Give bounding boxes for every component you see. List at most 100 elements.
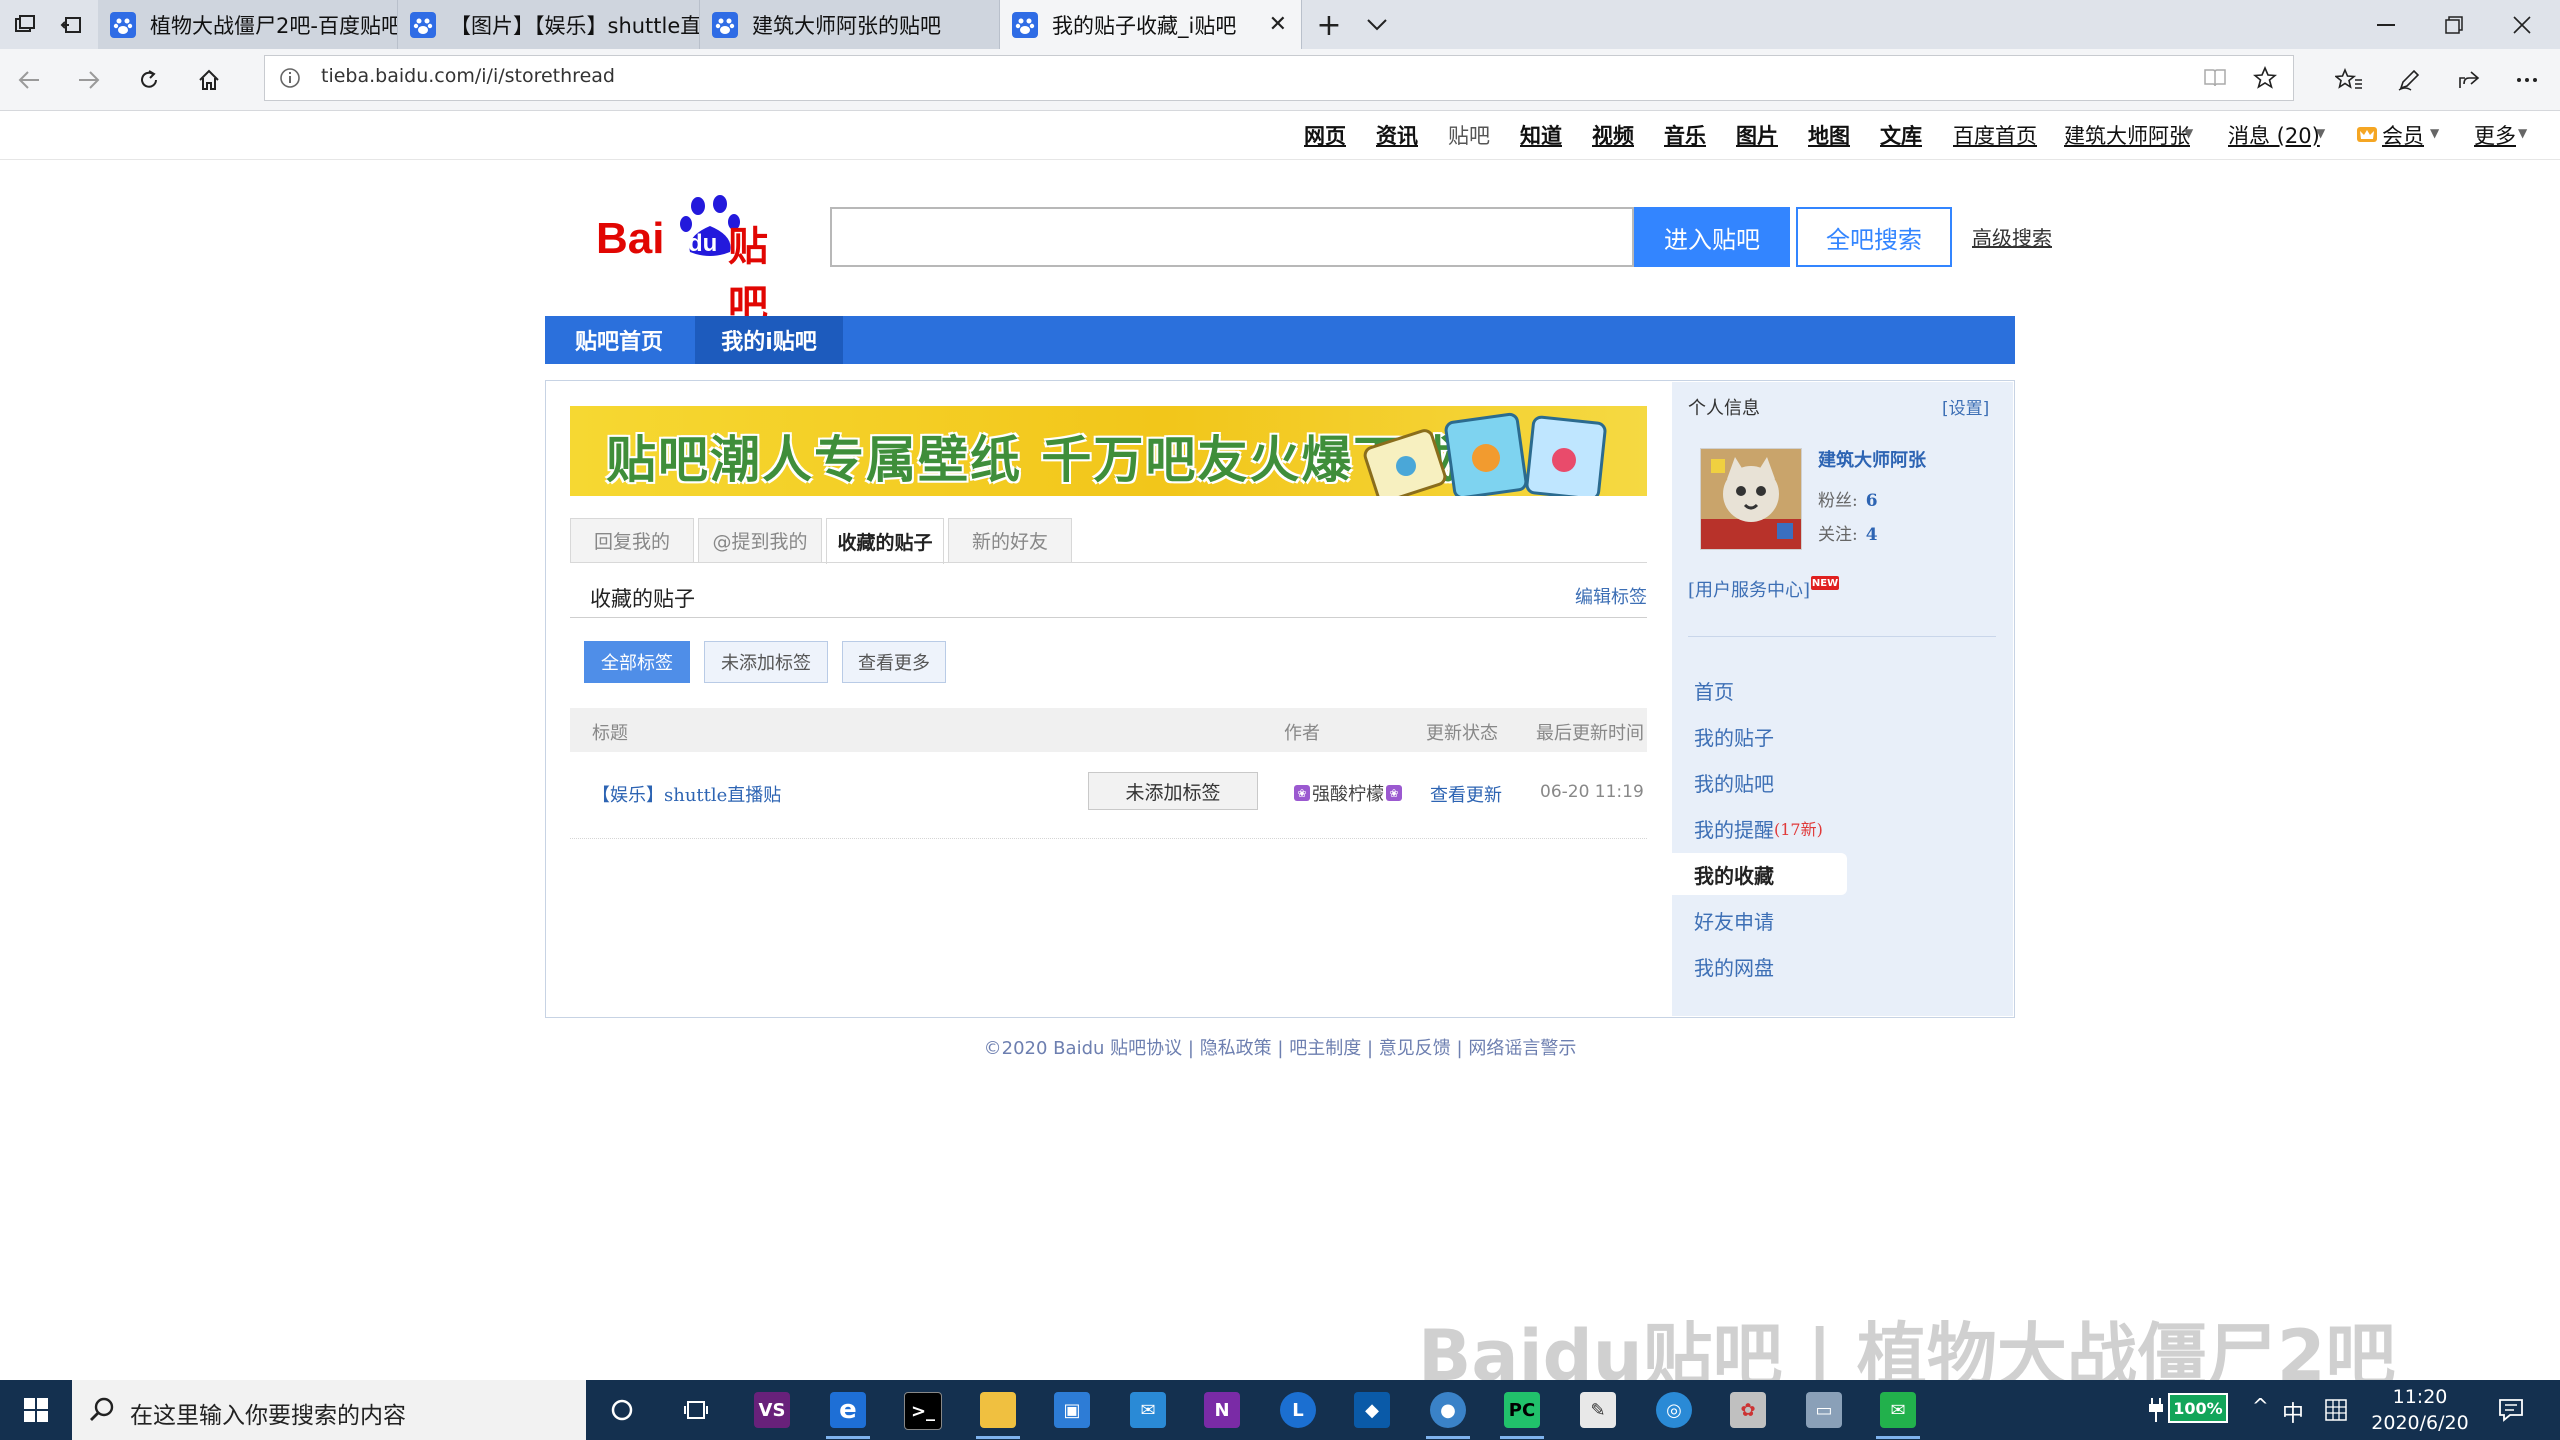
computer-app-icon[interactable]: ▭ — [1806, 1392, 1842, 1428]
pen-notes-icon[interactable] — [2392, 63, 2426, 97]
username-link[interactable]: 建筑大师阿张 — [1818, 446, 1926, 472]
paint-app-icon[interactable]: ✿ — [1730, 1392, 1766, 1428]
vip-link[interactable]: 会员 — [2382, 120, 2424, 150]
sidebar-item-netdisk[interactable]: 我的网盘 — [1672, 945, 1847, 987]
enter-bar-button[interactable]: 进入贴吧 — [1634, 207, 1790, 267]
globe-app-icon[interactable]: ◎ — [1656, 1392, 1692, 1428]
nav-my-itieba[interactable]: 我的i贴吧 — [695, 316, 843, 364]
link-baidu-home[interactable]: 百度首页 — [1953, 120, 2037, 150]
sidebar-item-my-bars[interactable]: 我的贴吧 — [1672, 761, 1847, 803]
author-link[interactable]: 强酸柠檬 — [1312, 780, 1384, 806]
search-all-button[interactable]: 全吧搜索 — [1796, 207, 1952, 267]
minimize-button[interactable] — [2366, 8, 2406, 42]
filter-all-tags[interactable]: 全部标签 — [584, 641, 690, 683]
power-plug-icon[interactable] — [2148, 1398, 2164, 1422]
taskbar-clock[interactable]: 11:20 2020/6/20 — [2360, 1384, 2480, 1436]
url-text[interactable]: tieba.baidu.com/i/i/storethread — [321, 65, 615, 87]
sidebar-item-my-posts[interactable]: 我的贴子 — [1672, 715, 1847, 757]
footer-agreement-link[interactable]: 贴吧协议 — [1110, 1038, 1182, 1059]
edge-browser-icon[interactable]: e — [830, 1392, 866, 1428]
more-menu-icon[interactable] — [2510, 63, 2544, 97]
post-title-link[interactable]: 【娱乐】shuttle直播贴 — [592, 781, 781, 807]
forward-arrow-icon[interactable] — [72, 63, 106, 97]
home-icon[interactable] — [192, 63, 226, 97]
keyboard-grid-icon[interactable] — [2324, 1398, 2348, 1422]
add-tag-button[interactable]: 未添加标签 — [1088, 772, 1258, 810]
settings-link[interactable]: [设置] — [1942, 394, 1989, 419]
share-icon[interactable] — [2452, 63, 2486, 97]
tab-list-chevron-icon[interactable] — [1362, 10, 1392, 40]
terminal-icon[interactable]: >_ — [904, 1392, 942, 1430]
avatar[interactable] — [1700, 448, 1802, 550]
footer-rules-link[interactable]: 吧主制度 — [1289, 1038, 1361, 1059]
link-zhidao[interactable]: 知道 — [1520, 120, 1562, 150]
set-tabs-aside-icon[interactable] — [56, 10, 86, 40]
search-input[interactable] — [830, 207, 1634, 267]
tab-new-friends[interactable]: 新的好友 — [948, 518, 1072, 562]
link-image[interactable]: 图片 — [1736, 120, 1778, 150]
baidu-tieba-logo[interactable]: Bai du 贴吧 — [596, 192, 806, 328]
link-web[interactable]: 网页 — [1304, 120, 1346, 150]
sidebar-item-friend-requests[interactable]: 好友申请 — [1672, 899, 1847, 941]
link-wenku[interactable]: 文库 — [1880, 120, 1922, 150]
advanced-search-link[interactable]: 高级搜索 — [1972, 222, 2052, 251]
task-view-icon[interactable] — [678, 1392, 714, 1428]
reading-view-icon[interactable] — [2203, 68, 2227, 88]
tab-mentions[interactable]: @提到我的 — [698, 518, 822, 562]
messages-link[interactable]: 消息 (20) — [2228, 120, 2320, 150]
favorite-star-icon[interactable] — [2253, 66, 2277, 90]
close-window-button[interactable] — [2502, 8, 2542, 42]
tab-4-active[interactable]: 我的贴子收藏_i贴吧 ✕ — [1000, 0, 1302, 49]
info-icon[interactable] — [279, 67, 301, 89]
taskbar-search-input[interactable]: 在这里输入你要搜索的内容 — [72, 1380, 586, 1440]
wechat-icon[interactable]: ✉ — [1880, 1392, 1916, 1428]
link-news[interactable]: 资讯 — [1376, 120, 1418, 150]
start-windows-icon[interactable] — [0, 1380, 72, 1440]
browser-app-icon[interactable]: ● — [1430, 1392, 1466, 1428]
fans-count[interactable]: 6 — [1866, 491, 1878, 511]
follow-count[interactable]: 4 — [1866, 525, 1878, 545]
tab-2[interactable]: 【图片】【娱乐】shuttle直 — [398, 0, 700, 49]
ime-indicator[interactable]: 中 — [2282, 1396, 2304, 1428]
battery-indicator[interactable]: 100% — [2168, 1393, 2228, 1423]
tabs-aside-icon[interactable] — [10, 10, 40, 40]
sidebar-item-reminders[interactable]: 我的提醒 (17新) — [1672, 807, 1847, 849]
file-explorer-icon[interactable] — [980, 1392, 1016, 1428]
restore-button[interactable] — [2434, 8, 2474, 42]
new-tab-button[interactable]: + — [1314, 8, 1344, 43]
visual-studio-icon[interactable]: VS — [754, 1392, 790, 1428]
tab-3[interactable]: 建筑大师阿张的贴吧 — [700, 0, 1000, 49]
wallpaper-ad-banner[interactable]: 贴吧潮人专属壁纸 千万吧友火爆下载! — [570, 406, 1647, 496]
footer-privacy-link[interactable]: 隐私政策 — [1200, 1038, 1272, 1059]
link-video[interactable]: 视频 — [1592, 120, 1634, 150]
tray-chevron-up-icon[interactable]: ^ — [2252, 1394, 2269, 1418]
nav-tieba-home[interactable]: 贴吧首页 — [545, 316, 693, 364]
link-music[interactable]: 音乐 — [1664, 120, 1706, 150]
user-service-center-link[interactable]: [用户服务中心] — [1688, 576, 1810, 602]
link-map[interactable]: 地图 — [1808, 120, 1850, 150]
footer-feedback-link[interactable]: 意见反馈 — [1379, 1038, 1451, 1059]
tab-replies[interactable]: 回复我的 — [570, 518, 694, 562]
store-bag-icon[interactable]: ▣ — [1054, 1392, 1090, 1428]
refresh-icon[interactable] — [132, 63, 166, 97]
address-bar[interactable]: tieba.baidu.com/i/i/storethread — [264, 55, 2294, 101]
onenote-icon[interactable]: N — [1204, 1392, 1240, 1428]
edit-tags-link[interactable]: 编辑标签 — [1575, 583, 1647, 609]
notification-center-icon[interactable] — [2498, 1397, 2524, 1423]
tab-1[interactable]: 植物大战僵尸2吧-百度贴吧: — [98, 0, 398, 49]
back-arrow-icon[interactable] — [12, 63, 46, 97]
mail-icon[interactable]: ✉ — [1130, 1392, 1166, 1428]
notes-app-icon[interactable]: ✎ — [1580, 1392, 1616, 1428]
favorites-hub-icon[interactable] — [2332, 63, 2366, 97]
cortana-icon[interactable] — [604, 1392, 640, 1428]
filter-view-more[interactable]: 查看更多 — [842, 641, 946, 683]
network-tool-icon[interactable]: ◆ — [1354, 1392, 1390, 1428]
close-tab-icon[interactable]: ✕ — [1269, 12, 1287, 37]
sidebar-item-favorites[interactable]: 我的收藏 — [1672, 853, 1847, 895]
pycharm-icon[interactable]: PC — [1504, 1392, 1540, 1428]
more-link[interactable]: 更多 — [2474, 120, 2516, 150]
sidebar-item-home[interactable]: 首页 — [1672, 669, 1847, 711]
user-menu[interactable]: 建筑大师阿张 — [2064, 120, 2190, 150]
tab-favorite-posts[interactable]: 收藏的贴子 — [826, 518, 944, 564]
view-updates-link[interactable]: 查看更新 — [1430, 781, 1502, 807]
